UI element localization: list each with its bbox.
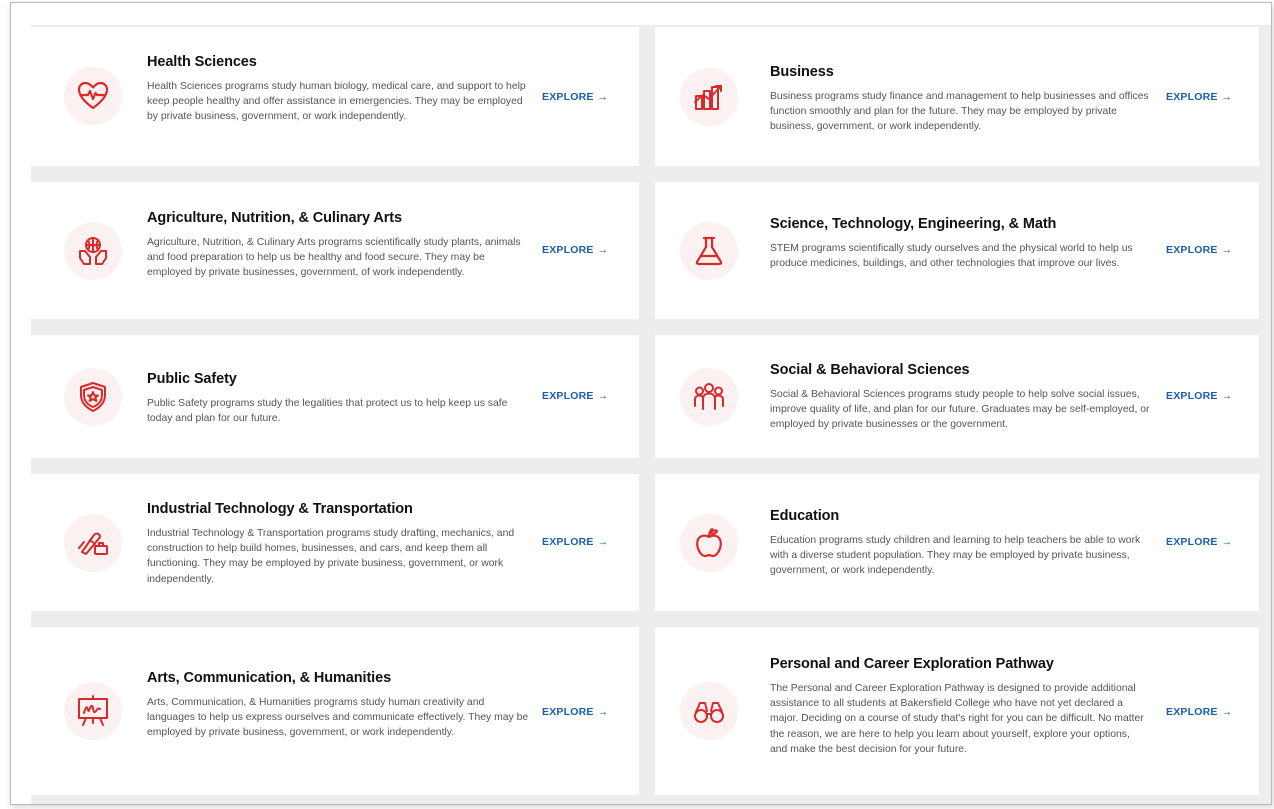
arrow-right-icon: → — [597, 390, 609, 402]
arrow-right-icon: → — [1221, 390, 1233, 402]
card-description: Education programs study children and le… — [770, 535, 1141, 577]
card-description: Agriculture, Nutrition, & Culinary Arts … — [147, 237, 521, 279]
tools-icon — [64, 514, 122, 572]
card-description: Arts, Communication, & Humanities progra… — [147, 697, 529, 739]
explore-link[interactable]: EXPLORE → — [1166, 244, 1232, 256]
card-title: Education — [770, 508, 840, 524]
card-title: Science, Technology, Engineering, & Math — [770, 216, 1057, 232]
card-social-behavioral[interactable]: Social & Behavioral Sciences Social & Be… — [655, 335, 1259, 458]
card-education[interactable]: Education Education programs study child… — [655, 474, 1259, 611]
card-agriculture[interactable]: Agriculture, Nutrition, & Culinary Arts … — [31, 182, 639, 319]
card-title: Social & Behavioral Sciences — [770, 362, 970, 378]
card-title: Industrial Technology & Transportation — [147, 501, 413, 517]
arrow-right-icon: → — [597, 244, 609, 256]
business-chart-icon — [680, 68, 738, 126]
people-group-icon — [680, 368, 738, 426]
apple-icon — [680, 514, 738, 572]
card-title: Personal and Career Exploration Pathway — [770, 656, 1054, 672]
explore-link[interactable]: EXPLORE → — [542, 244, 608, 256]
arrow-right-icon: → — [597, 91, 609, 103]
card-title: Arts, Communication, & Humanities — [147, 670, 392, 686]
explore-link[interactable]: EXPLORE → — [542, 390, 608, 402]
explore-link[interactable]: EXPLORE → — [542, 536, 608, 548]
card-arts-communication[interactable]: Arts, Communication, & Humanities Arts, … — [31, 627, 639, 795]
arrow-right-icon: → — [1221, 536, 1233, 548]
binoculars-icon — [680, 682, 738, 740]
explore-link[interactable]: EXPLORE → — [542, 706, 608, 718]
card-public-safety[interactable]: Public Safety Public Safety programs stu… — [31, 335, 639, 458]
flask-icon — [680, 222, 738, 280]
easel-icon — [64, 682, 122, 740]
arrow-right-icon: → — [1221, 244, 1233, 256]
card-business[interactable]: Business Business programs study finance… — [655, 27, 1259, 166]
globe-hands-icon — [64, 222, 122, 280]
card-health-sciences[interactable]: Health Sciences Health Sciences programs… — [31, 27, 639, 166]
card-industrial-tech[interactable]: Industrial Technology & Transportation I… — [31, 474, 639, 611]
arrow-right-icon: → — [1221, 706, 1233, 718]
card-description: Health Sciences programs study human bio… — [147, 81, 526, 123]
explore-link[interactable]: EXPLORE → — [542, 91, 608, 103]
card-title: Health Sciences — [147, 54, 257, 70]
shield-star-icon — [64, 368, 122, 426]
card-description: STEM programs scientifically study ourse… — [770, 243, 1133, 270]
card-title: Agriculture, Nutrition, & Culinary Arts — [147, 210, 402, 226]
arrow-right-icon: → — [1221, 91, 1233, 103]
arrow-right-icon: → — [597, 536, 609, 548]
arrow-right-icon: → — [597, 706, 609, 718]
explore-link[interactable]: EXPLORE → — [1166, 390, 1232, 402]
explore-link[interactable]: EXPLORE → — [1166, 536, 1232, 548]
card-description: Business programs study finance and mana… — [770, 91, 1149, 133]
card-personal-career[interactable]: Personal and Career Exploration Pathway … — [655, 627, 1259, 795]
card-stem[interactable]: Science, Technology, Engineering, & Math… — [655, 182, 1259, 319]
card-title: Public Safety — [147, 371, 237, 387]
explore-link[interactable]: EXPLORE → — [1166, 706, 1232, 718]
heart-pulse-icon — [64, 67, 122, 125]
explore-link[interactable]: EXPLORE → — [1166, 91, 1232, 103]
card-title: Business — [770, 64, 834, 80]
card-description: Public Safety programs study the legalit… — [147, 398, 508, 425]
card-description: Social & Behavioral Sciences programs st… — [770, 389, 1150, 431]
card-description: Industrial Technology & Transportation p… — [147, 528, 515, 585]
card-description: The Personal and Career Exploration Path… — [770, 683, 1144, 755]
